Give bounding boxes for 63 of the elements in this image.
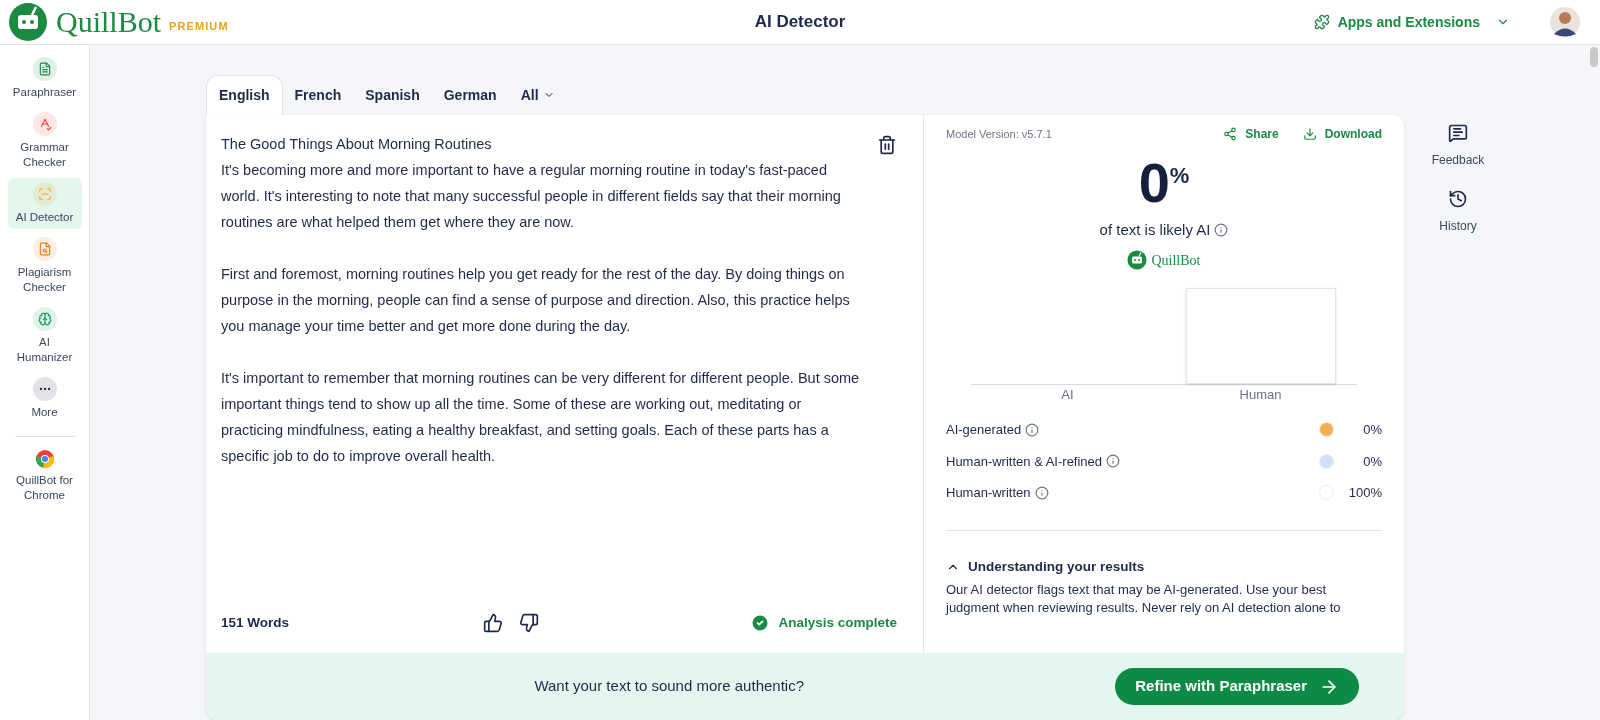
info-icon <box>1106 454 1121 469</box>
tool-icon <box>37 242 52 256</box>
bar-label: Human <box>1239 385 1282 404</box>
browser-icon <box>34 449 55 469</box>
brand-logo-text[interactable]: QuillBot <box>56 7 161 37</box>
thumbs-up-icon[interactable] <box>483 613 503 633</box>
score-unit: % <box>1169 162 1190 188</box>
editor-paragraph: The Good Things About Morning Routines It's becoming more and more important to have a regular morning routine in today's fast-paced world. It's interesting to note that many successful people in different fields say that their morning routines are what helped them get where they are now. <box>221 135 842 232</box>
download-button[interactable]: Download <box>1302 125 1382 143</box>
bar-label: AI <box>1061 385 1074 404</box>
score-caption: of text is likely AI <box>1099 220 1211 240</box>
language-tab[interactable]: All <box>508 75 567 115</box>
legend-label: AI-generated <box>946 421 1022 439</box>
brand-logo-text: QuillBot <box>1151 251 1201 270</box>
avatar-icon[interactable] <box>1550 7 1580 37</box>
side-action-button[interactable]: Feedback <box>1431 123 1485 169</box>
model-version: Model Version: v5.7.1 <box>946 126 1053 142</box>
trash-icon[interactable] <box>877 135 897 155</box>
thumbs-down-icon[interactable] <box>519 613 539 633</box>
language-tab[interactable]: English <box>206 75 283 115</box>
word-count: 151 Words <box>221 613 291 632</box>
sidebar-item[interactable]: AI Humanizer <box>7 303 82 369</box>
legend-value: 0% <box>1362 421 1382 439</box>
language-tab[interactable]: Spanish <box>353 75 432 115</box>
sidebar-item[interactable]: AI Detector <box>7 178 82 229</box>
ai-score: 0 <box>1138 155 1170 211</box>
info-icon <box>1214 223 1229 238</box>
share-icon <box>1223 127 1238 141</box>
premium-label: PREMIUM <box>169 18 229 34</box>
share-button[interactable]: Share <box>1223 125 1279 143</box>
understanding-text: Our AI detector flags text that may be AI-generated. Use your best judgment when reviewing results. Never rely on AI detection alone to <box>946 580 1342 617</box>
legend-value: 100% <box>1347 484 1382 502</box>
refine-button[interactable]: Refine with Paraphraser <box>1115 668 1359 705</box>
editor-paragraph: First and foremost, morning routines help you get ready for the rest of the day. By doing things on purpose in the morning, people can find a sense of purpose and direction. Also, this practice helps you manage your time better and get more done during the day. <box>221 265 851 336</box>
page-title: AI Detector <box>754 11 846 34</box>
quillbot-logo-icon <box>1127 250 1148 270</box>
understanding-toggle[interactable]: Understanding your results <box>946 556 1382 577</box>
sidebar-item[interactable]: Paraphraser <box>7 53 82 104</box>
scrollbar[interactable] <box>1590 47 1598 67</box>
chrome-extension-link[interactable]: QuillBot for Chrome <box>7 449 82 503</box>
tool-icon <box>37 187 52 201</box>
language-tab[interactable]: German <box>431 75 509 115</box>
info-icon <box>1034 485 1049 500</box>
download-icon <box>1302 127 1317 141</box>
analysis-status: Analysis complete <box>778 613 897 632</box>
check-circle-icon <box>750 613 771 633</box>
tool-icon <box>37 312 52 326</box>
legend-value: 0% <box>1362 452 1382 471</box>
tool-icon <box>37 62 52 76</box>
language-tab[interactable]: French <box>282 75 354 115</box>
info-icon <box>1025 422 1040 437</box>
puzzle-icon <box>1313 14 1330 30</box>
banner-prompt: Want your text to sound more authentic? <box>534 676 804 697</box>
side-action-button[interactable]: History <box>1439 189 1477 235</box>
legend-label: Human-written & AI-refined <box>946 452 1103 471</box>
message-icon <box>1448 123 1468 143</box>
sidebar-item[interactable]: More <box>7 373 82 424</box>
sidebar-item[interactable]: Grammar Checker <box>7 108 82 174</box>
sidebar-item[interactable]: Plagiarism Checker <box>7 233 82 299</box>
legend-label: Human-written <box>946 484 1031 502</box>
history-icon <box>1448 189 1468 209</box>
apps-menu-button[interactable]: Apps and Extensions <box>1313 11 1510 33</box>
editor-paragraph: It's important to remember that morning routines can be very different for different people. But some important things tend to show up all the time. Some of these are working out, meditating or practicing mindfulness, eating a healthy breakfast, and setting goals. Each of these parts has a specific job to do to improve overall health. <box>221 369 861 466</box>
